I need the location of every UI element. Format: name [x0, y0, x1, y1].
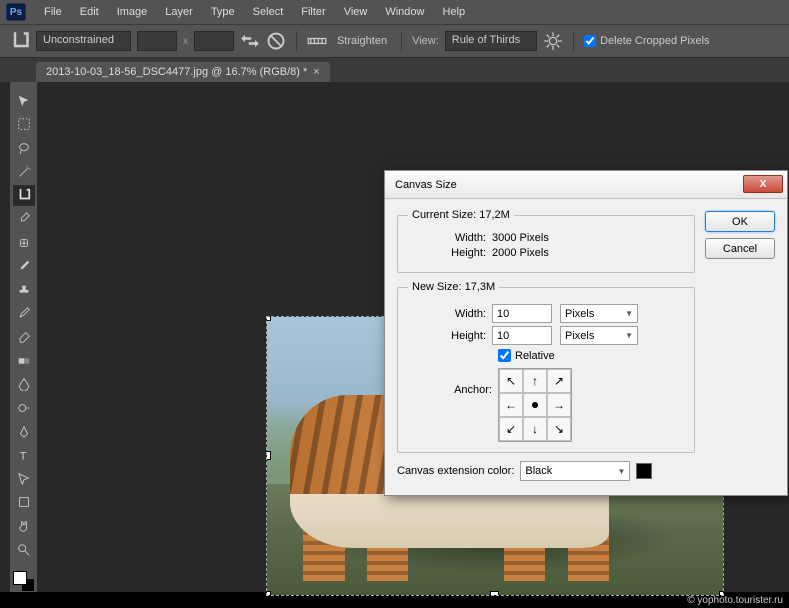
relative-label: Relative: [515, 350, 555, 362]
new-width-label: Width:: [408, 308, 492, 320]
anchor-w[interactable]: ←: [499, 393, 523, 417]
delete-cropped-input[interactable]: [584, 35, 596, 47]
menu-image[interactable]: Image: [109, 3, 156, 21]
view-label: View:: [412, 35, 439, 47]
anchor-center[interactable]: [523, 393, 547, 417]
type-tool-icon[interactable]: T: [13, 444, 35, 466]
svg-text:T: T: [19, 451, 26, 463]
menu-bar: Ps File Edit Image Layer Type Select Fil…: [0, 0, 789, 24]
anchor-s[interactable]: ↓: [523, 417, 547, 441]
current-size-legend: Current Size: 17,2M: [408, 209, 514, 221]
healing-tool-icon[interactable]: [13, 232, 35, 254]
crop-handle[interactable]: [266, 591, 271, 596]
new-height-input[interactable]: [492, 326, 552, 345]
settings-icon[interactable]: [543, 31, 563, 51]
path-tool-icon[interactable]: [13, 468, 35, 490]
document-tab-title: 2013-10-03_18-56_DSC4477.jpg @ 16.7% (RG…: [46, 66, 307, 78]
clear-icon[interactable]: [266, 31, 286, 51]
new-height-label: Height:: [408, 330, 492, 342]
options-bar: Unconstrained x Straighten View: Rule of…: [0, 24, 789, 58]
toolbox: T: [10, 82, 38, 592]
dialog-titlebar[interactable]: Canvas Size X: [385, 171, 787, 199]
wand-tool-icon[interactable]: [13, 161, 35, 183]
app-logo: Ps: [6, 3, 26, 21]
menu-select[interactable]: Select: [245, 3, 292, 21]
anchor-se[interactable]: ↘: [547, 417, 571, 441]
dimension-separator: x: [183, 36, 188, 47]
eraser-tool-icon[interactable]: [13, 326, 35, 348]
foreground-swatch[interactable]: [13, 571, 27, 585]
crop-handle[interactable]: [266, 316, 271, 321]
crop-width-input[interactable]: [137, 31, 177, 51]
new-size-group: New Size: 17,3M Width: Pixels Height: Pi…: [397, 281, 695, 453]
document-tab-bar: 2013-10-03_18-56_DSC4477.jpg @ 16.7% (RG…: [0, 58, 789, 82]
overlay-view-select[interactable]: Rule of Thirds: [445, 31, 537, 51]
hand-tool-icon[interactable]: [13, 515, 35, 537]
straighten-icon[interactable]: [307, 31, 327, 51]
crop-tool-icon: [10, 31, 30, 51]
dialog-title: Canvas Size: [395, 179, 457, 191]
cancel-button[interactable]: Cancel: [705, 238, 775, 259]
menu-window[interactable]: Window: [377, 3, 432, 21]
crop-tool-icon[interactable]: [13, 185, 35, 207]
history-brush-icon[interactable]: [13, 303, 35, 325]
menu-view[interactable]: View: [336, 3, 376, 21]
move-tool-icon[interactable]: [13, 90, 35, 112]
delete-cropped-checkbox[interactable]: Delete Cropped Pixels: [584, 35, 709, 47]
ok-button[interactable]: OK: [705, 211, 775, 232]
anchor-ne[interactable]: ↗: [547, 369, 571, 393]
delete-cropped-label: Delete Cropped Pixels: [600, 35, 709, 47]
crop-handle[interactable]: [266, 451, 271, 460]
new-width-input[interactable]: [492, 304, 552, 323]
anchor-e[interactable]: →: [547, 393, 571, 417]
current-height-label: Height:: [408, 247, 492, 259]
straighten-button[interactable]: Straighten: [333, 33, 391, 49]
brush-tool-icon[interactable]: [13, 255, 35, 277]
eyedropper-tool-icon[interactable]: [13, 208, 35, 230]
crop-handle[interactable]: [490, 591, 499, 596]
extension-color-label: Canvas extension color:: [397, 465, 514, 477]
color-swatches[interactable]: [13, 571, 35, 593]
extension-color-select[interactable]: Black: [520, 461, 630, 481]
menu-layer[interactable]: Layer: [157, 3, 201, 21]
menu-type[interactable]: Type: [203, 3, 243, 21]
current-height-value: 2000 Pixels: [492, 247, 549, 259]
zoom-tool-icon[interactable]: [13, 539, 35, 561]
crop-ratio-select[interactable]: Unconstrained: [36, 31, 131, 51]
new-height-unit-select[interactable]: Pixels: [560, 326, 638, 345]
menu-help[interactable]: Help: [434, 3, 473, 21]
anchor-nw[interactable]: ↖: [499, 369, 523, 393]
menu-file[interactable]: File: [36, 3, 70, 21]
close-tab-icon[interactable]: ×: [313, 66, 319, 78]
anchor-sw[interactable]: ↙: [499, 417, 523, 441]
document-tab[interactable]: 2013-10-03_18-56_DSC4477.jpg @ 16.7% (RG…: [36, 62, 330, 82]
dialog-close-button[interactable]: X: [743, 175, 783, 193]
stamp-tool-icon[interactable]: [13, 279, 35, 301]
menu-edit[interactable]: Edit: [72, 3, 107, 21]
extension-color-swatch[interactable]: [636, 463, 652, 479]
dodge-tool-icon[interactable]: [13, 397, 35, 419]
pen-tool-icon[interactable]: [13, 421, 35, 443]
anchor-label: Anchor:: [448, 368, 498, 442]
gradient-tool-icon[interactable]: [13, 350, 35, 372]
canvas-size-dialog: Canvas Size X Current Size: 17,2M Width:…: [384, 170, 788, 496]
collapsed-panel-strip[interactable]: [0, 82, 10, 592]
blur-tool-icon[interactable]: [13, 374, 35, 396]
new-width-unit-select[interactable]: Pixels: [560, 304, 638, 323]
current-width-value: 3000 Pixels: [492, 232, 549, 244]
swap-icon[interactable]: [240, 31, 260, 51]
relative-checkbox[interactable]: [498, 349, 511, 362]
marquee-tool-icon[interactable]: [13, 114, 35, 136]
shape-tool-icon[interactable]: [13, 492, 35, 514]
watermark: © yophoto.tourister.ru: [687, 595, 783, 606]
lasso-tool-icon[interactable]: [13, 137, 35, 159]
crop-height-input[interactable]: [194, 31, 234, 51]
current-size-group: Current Size: 17,2M Width:3000 Pixels He…: [397, 209, 695, 273]
new-size-legend: New Size: 17,3M: [408, 281, 499, 293]
current-width-label: Width:: [408, 232, 492, 244]
menu-filter[interactable]: Filter: [293, 3, 333, 21]
anchor-n[interactable]: ↑: [523, 369, 547, 393]
anchor-grid[interactable]: ↖ ↑ ↗ ← → ↙ ↓ ↘: [498, 368, 572, 442]
